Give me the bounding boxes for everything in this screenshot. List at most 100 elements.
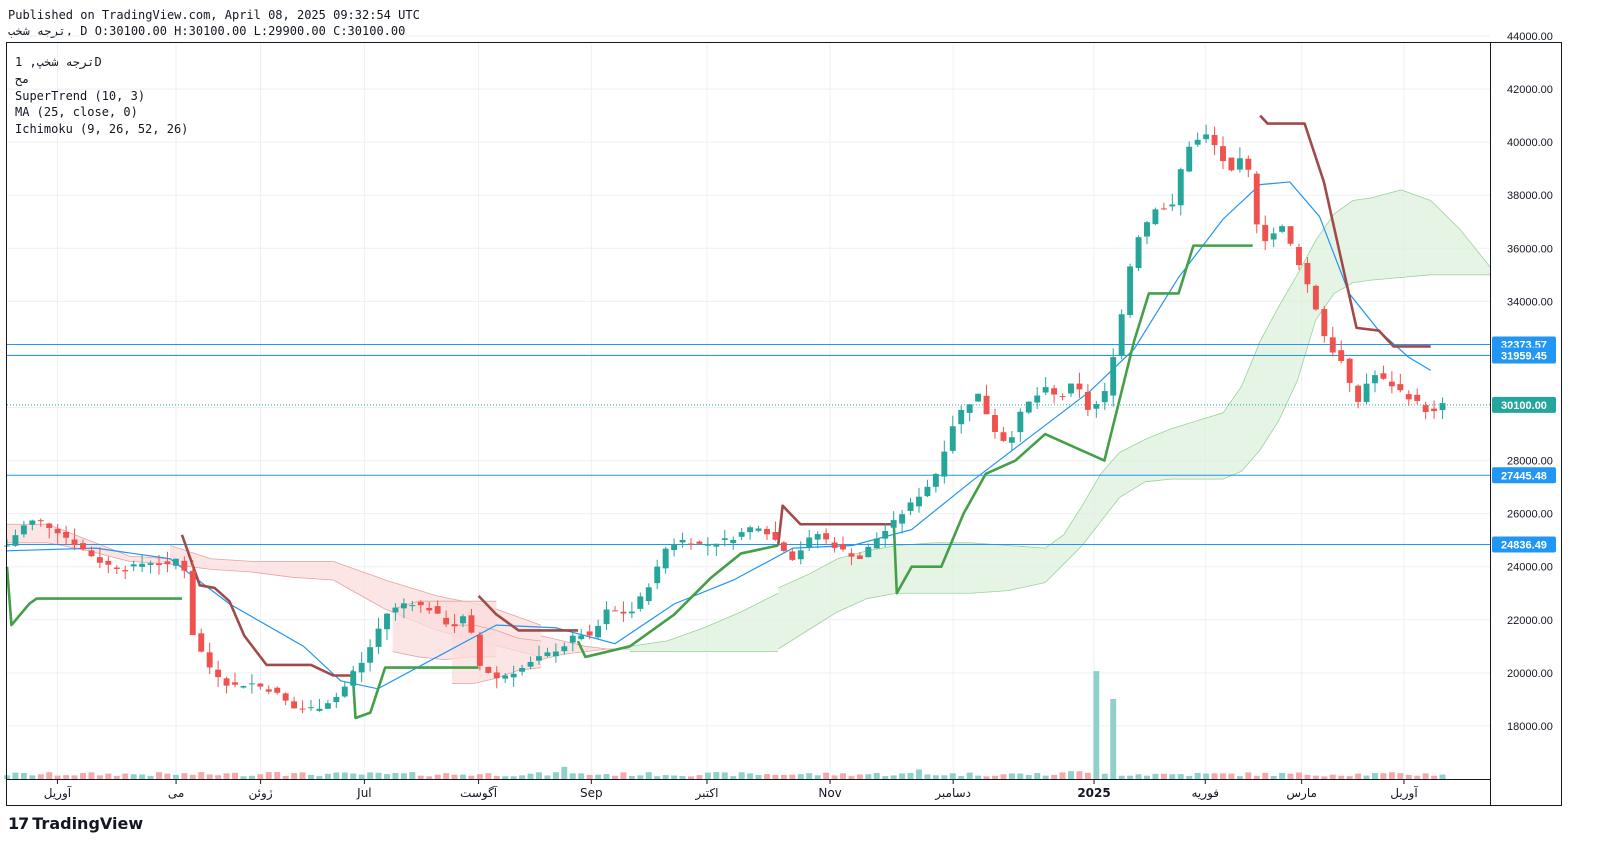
volume-bar-83	[704, 772, 711, 779]
volume-bar-123	[1042, 775, 1049, 779]
candle-body-9	[80, 543, 86, 550]
volume-bar-61	[519, 775, 526, 779]
volume-bar-160	[1355, 773, 1362, 779]
volume-bar-111	[941, 775, 948, 779]
volume-bar-152	[1287, 773, 1294, 779]
volume-bar-121	[1025, 774, 1032, 779]
y-tick-26000: 26000.00	[1507, 509, 1553, 521]
volume-bar-144	[1220, 773, 1226, 779]
volume-bar-81	[688, 776, 694, 779]
volume-bar-90	[764, 774, 770, 779]
volume-bar-53	[451, 774, 458, 779]
supertrend-segment-0	[5, 566, 182, 627]
volume-bar-159	[1346, 776, 1353, 779]
candle-body-151	[1279, 226, 1286, 232]
candle-body-136	[1152, 209, 1159, 225]
candle-body-26	[223, 678, 230, 686]
volume-bar-21	[181, 773, 188, 779]
candle-body-70	[595, 625, 602, 638]
candle-body-110	[932, 473, 939, 487]
volume-bar-122	[1034, 773, 1041, 779]
volume-bar-51	[434, 774, 441, 779]
candle-body-35	[299, 708, 306, 710]
volume-bar-42	[358, 774, 365, 779]
volume-bar-3	[29, 775, 36, 779]
y-tick-40000: 40000.00	[1507, 137, 1553, 149]
volume-bar-7	[63, 775, 70, 779]
candle-body-54	[460, 616, 466, 624]
candle-body-81	[688, 543, 694, 545]
volume-bar-75	[637, 775, 644, 779]
volume-bar-136	[1152, 773, 1159, 779]
candle-body-7	[63, 531, 70, 538]
volume-bar-109	[924, 774, 931, 779]
candle-body-106	[899, 514, 906, 524]
y-axis-ticks: 18000.00 20000.00 22000.00 24000.00 26000.00…	[1507, 31, 1553, 733]
candle-body-12	[105, 560, 112, 565]
candle-body-107	[907, 502, 914, 511]
volume-bar-8	[71, 775, 78, 779]
candle-body-74	[628, 611, 635, 614]
candle-body-115	[975, 393, 982, 402]
candle-body-42	[358, 662, 365, 673]
candle-body-31	[265, 689, 272, 692]
y-tick-18000: 18000.00	[1507, 721, 1553, 733]
volume-bar-67	[569, 773, 576, 779]
cloud-segment-9	[1045, 452, 1120, 583]
candle-body-37	[316, 708, 323, 711]
candle-body-71	[603, 609, 610, 625]
candle-body-4	[37, 520, 44, 522]
volume-bar-124	[1051, 774, 1058, 779]
volume-bar-166	[1405, 774, 1412, 779]
candle-body-21	[181, 560, 188, 571]
volume-bar-163	[1380, 773, 1387, 779]
candle-body-140	[1186, 146, 1193, 172]
candle-body-41	[350, 671, 357, 686]
indicator-legend: ترجه شخپ, 1D مح SuperTrend (10, 3) MA (2…	[15, 54, 188, 138]
price-chart[interactable]: 18000.00 20000.00 22000.00 24000.00 26000.00…	[0, 0, 1598, 858]
candle-body-28	[240, 686, 247, 688]
legend-exchange: مح	[15, 71, 30, 86]
volume-bar-158	[1338, 775, 1345, 779]
candle-body-53	[451, 624, 458, 627]
volume-bar-54	[460, 774, 466, 779]
candle-body-65	[552, 651, 559, 657]
volume-bar-37	[316, 776, 323, 779]
ichimoku-cloud	[7, 189, 1491, 684]
level-27445-label: 27445.48	[1501, 470, 1547, 482]
y-tick-44000: 44000.00	[1507, 31, 1553, 43]
volume-bars	[4, 671, 1446, 779]
candle-body-122	[1034, 395, 1041, 403]
volume-bar-119	[1008, 773, 1015, 779]
candle-body-118	[1000, 432, 1007, 441]
volume-bar-95	[806, 773, 813, 779]
candle-body-152	[1287, 226, 1294, 244]
x-tick-11: مارس	[1286, 786, 1317, 801]
volume-bar-139	[1177, 774, 1184, 779]
volume-bar-101	[856, 774, 863, 779]
candle-body-131	[1110, 357, 1117, 396]
volume-bar-66	[561, 766, 568, 779]
volume-bar-17	[147, 775, 154, 779]
candle-body-138	[1169, 204, 1176, 207]
candle-body-108	[916, 496, 922, 507]
tradingview-brand: 17 TradingView	[8, 814, 143, 833]
volume-bar-148	[1253, 775, 1260, 779]
candle-body-78	[662, 548, 669, 569]
candle-body-17	[147, 563, 154, 565]
candle-body-148	[1253, 173, 1260, 225]
volume-bar-34	[291, 773, 298, 779]
candle-body-161	[1363, 383, 1370, 402]
candle-body-56	[476, 634, 483, 666]
candle-body-91	[772, 532, 779, 540]
volume-bar-48	[409, 772, 416, 779]
candle-body-90	[764, 528, 770, 535]
candle-body-112	[949, 426, 956, 451]
candle-body-93	[789, 551, 796, 560]
y-tick-38000: 38000.00	[1507, 190, 1553, 202]
candle-body-104	[882, 530, 889, 539]
volume-bar-10	[88, 772, 95, 779]
volume-bar-102	[865, 774, 872, 779]
volume-bar-98	[831, 775, 838, 779]
volume-bar-47	[400, 773, 407, 779]
